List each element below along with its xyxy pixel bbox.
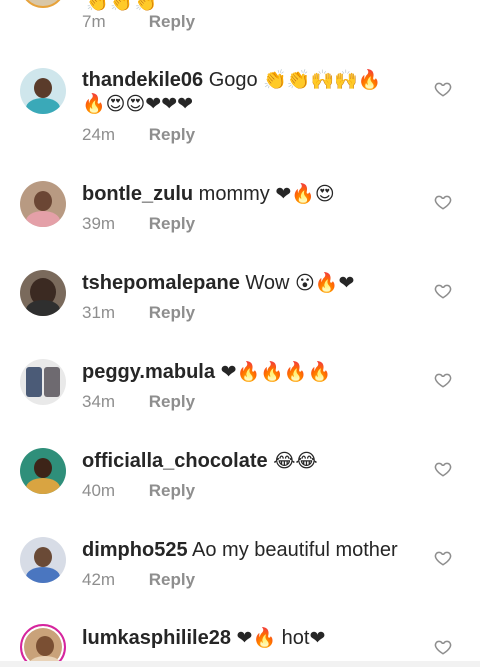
comment-time: 39m bbox=[82, 214, 116, 233]
reply-button[interactable]: Reply bbox=[149, 570, 195, 589]
heart-outline-icon[interactable] bbox=[434, 638, 452, 656]
comment-username[interactable]: peggy.mabula bbox=[82, 361, 215, 383]
comment-username[interactable]: lumkasphilile28 bbox=[82, 627, 231, 649]
comment-emoji: ❤🔥 bbox=[236, 627, 277, 649]
reply-button[interactable]: Reply bbox=[149, 12, 195, 31]
reply-button[interactable]: Reply bbox=[149, 303, 195, 322]
comment-text: lumkasphilile28 ❤🔥 hot❤ bbox=[82, 624, 412, 652]
comment-meta: 7m Reply bbox=[82, 11, 195, 33]
avatar[interactable] bbox=[20, 537, 66, 583]
comment-emoji: ❤ bbox=[309, 627, 326, 649]
comment-time: 40m bbox=[82, 481, 116, 500]
comment-text-line-2: 🔥😍😍❤❤❤ bbox=[82, 90, 412, 118]
comment-meta: 39m Reply bbox=[82, 213, 195, 235]
reply-button[interactable]: Reply bbox=[149, 125, 195, 144]
comment-username[interactable]: dimpho525 bbox=[82, 539, 188, 561]
comment-partial: 👏👏👏 7m Reply bbox=[0, 0, 480, 40]
comment-emoji: ❤🔥😍 bbox=[275, 183, 335, 205]
comment-emoji: 🔥😍😍❤❤❤ bbox=[82, 93, 194, 115]
comment-time: 7m bbox=[82, 12, 106, 31]
avatar[interactable] bbox=[20, 68, 66, 114]
heart-outline-icon[interactable] bbox=[434, 282, 452, 300]
comment-emoji: ❤🔥🔥🔥🔥 bbox=[220, 361, 332, 383]
comment-username[interactable]: tshepomalepane bbox=[82, 272, 240, 294]
bottom-edge bbox=[0, 661, 480, 667]
comment-username[interactable]: thandekile06 bbox=[82, 69, 203, 91]
avatar[interactable] bbox=[20, 270, 66, 316]
comment-emoji: 😂😂 bbox=[273, 450, 318, 472]
reply-button[interactable]: Reply bbox=[149, 214, 195, 233]
comment-time: 31m bbox=[82, 303, 116, 322]
avatar[interactable] bbox=[20, 448, 66, 494]
comment-body: Wow bbox=[245, 272, 290, 294]
comment-body: Gogo bbox=[208, 69, 258, 91]
comment-body: mommy bbox=[198, 183, 270, 205]
heart-outline-icon[interactable] bbox=[434, 460, 452, 478]
heart-outline-icon[interactable] bbox=[434, 193, 452, 211]
comment-meta: 24m Reply bbox=[82, 124, 195, 146]
comment-time: 24m bbox=[82, 125, 116, 144]
heart-outline-icon[interactable] bbox=[434, 371, 452, 389]
heart-outline-icon[interactable] bbox=[434, 549, 452, 567]
heart-outline-icon[interactable] bbox=[434, 80, 452, 98]
comment-body: Ao my beautiful mother bbox=[192, 539, 398, 561]
comment-meta: 40m Reply bbox=[82, 480, 195, 502]
comment-text: peggy.mabula ❤🔥🔥🔥🔥 bbox=[82, 358, 412, 386]
comment-time: 34m bbox=[82, 392, 116, 411]
comment-text: tshepomalepane Wow 😮🔥❤ bbox=[82, 269, 412, 297]
comment-text: officialla_chocolate 😂😂 bbox=[82, 447, 412, 475]
comment-emoji: 😮🔥❤ bbox=[295, 272, 355, 294]
comment-text: dimpho525 Ao my beautiful mother bbox=[82, 536, 412, 564]
avatar[interactable] bbox=[20, 181, 66, 227]
reply-button[interactable]: Reply bbox=[149, 392, 195, 411]
comment-body: hot bbox=[281, 627, 310, 649]
reply-button[interactable]: Reply bbox=[149, 481, 195, 500]
avatar[interactable] bbox=[20, 359, 66, 405]
avatar[interactable] bbox=[20, 0, 66, 8]
comment-meta: 34m Reply bbox=[82, 391, 195, 413]
comment-username[interactable]: officialla_chocolate bbox=[82, 450, 268, 472]
comment-emoji: 👏👏🙌🙌🔥 bbox=[263, 69, 382, 91]
comments-feed: 👏👏👏 7m Reply thandekile06 Gogo 👏👏🙌🙌🔥 🔥😍😍… bbox=[0, 0, 480, 667]
comment-meta: 31m Reply bbox=[82, 302, 195, 324]
comment-username[interactable]: bontle_zulu bbox=[82, 183, 193, 205]
comment-text: bontle_zulu mommy ❤🔥😍 bbox=[82, 180, 412, 208]
comment-meta: 42m Reply bbox=[82, 569, 195, 591]
comment-time: 42m bbox=[82, 570, 116, 589]
